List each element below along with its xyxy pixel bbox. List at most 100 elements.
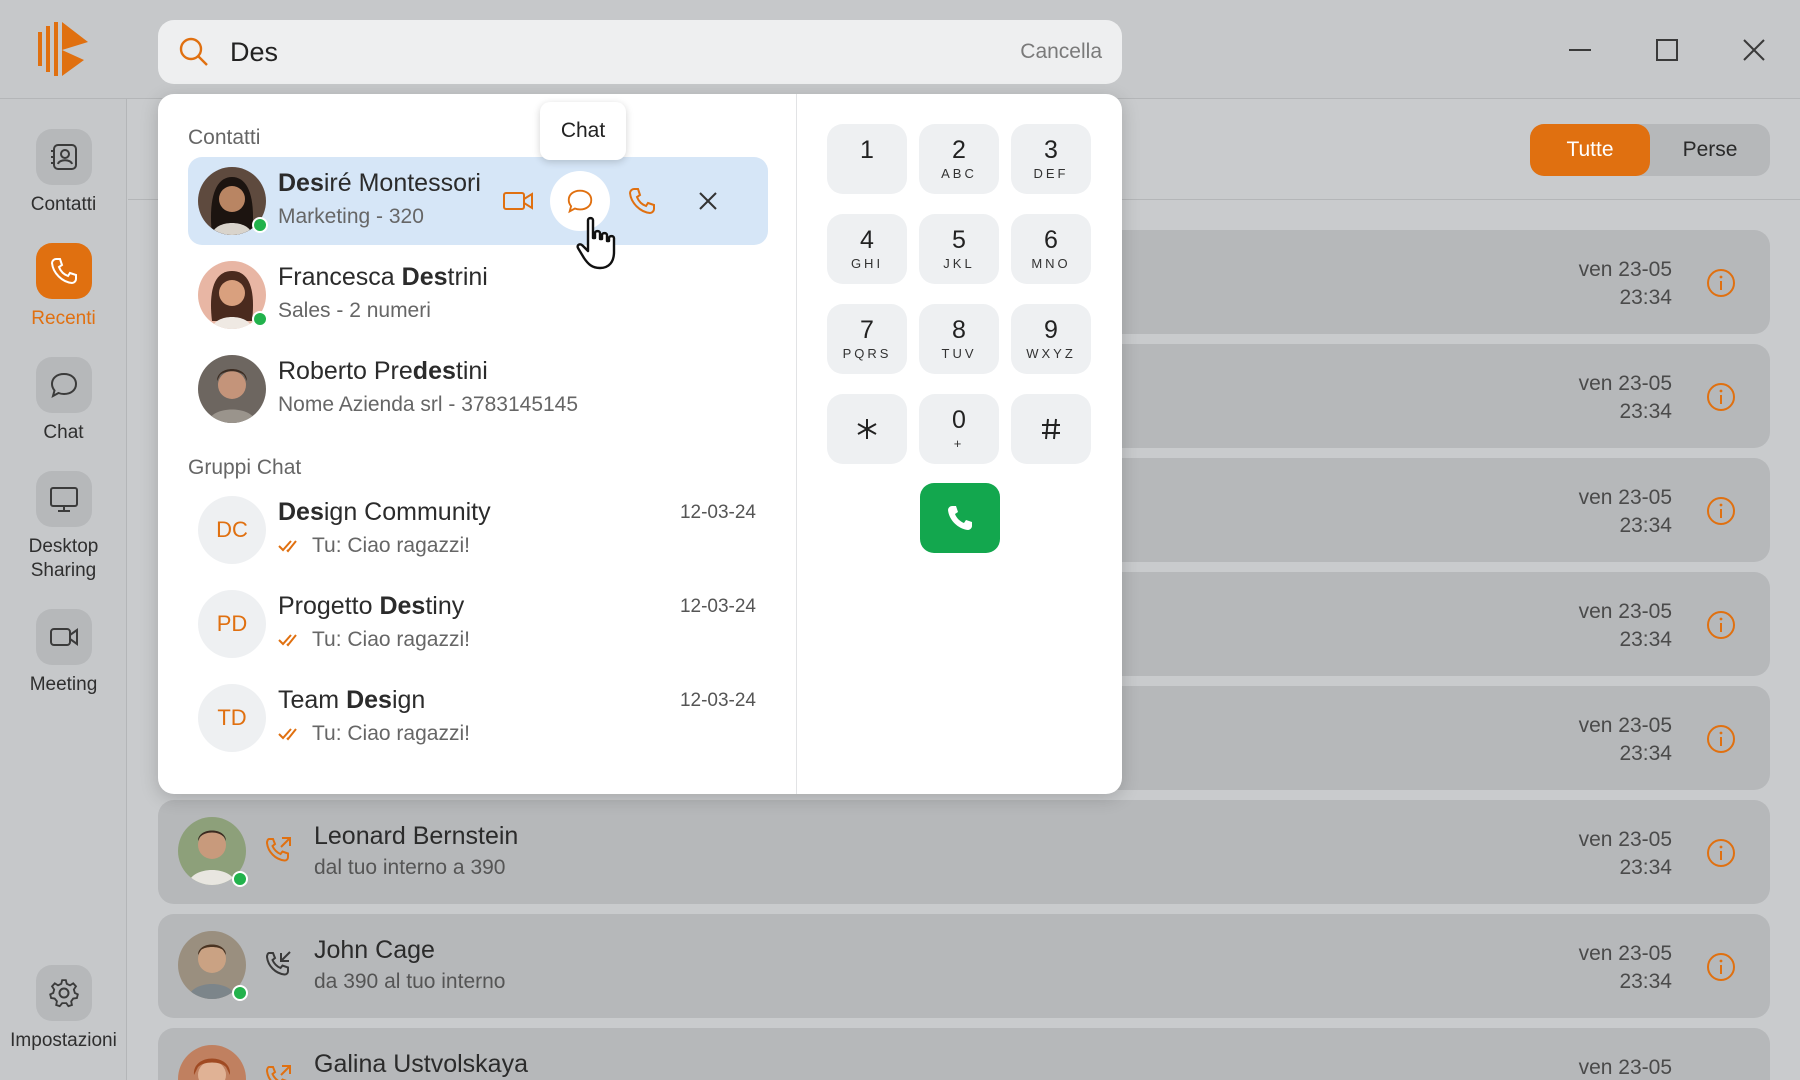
- search-bar: Cancella: [158, 20, 1122, 84]
- presence-online-indicator: [252, 217, 268, 233]
- group-avatar: TD: [198, 684, 266, 752]
- app-logo: [38, 22, 88, 76]
- search-cancel-button[interactable]: Cancella: [1020, 40, 1102, 64]
- dialpad-key-3[interactable]: 3 DEF: [1011, 124, 1091, 194]
- dialpad-key-4[interactable]: 4 GHI: [827, 214, 907, 284]
- contact-result-desire-montessori[interactable]: Desiré Montessori Marketing - 320: [188, 157, 768, 245]
- outgoing-call-icon: [265, 837, 291, 862]
- call-row-leonard-bernstein[interactable]: Leonard Bernstein dal tuo interno a 390 …: [158, 800, 1770, 904]
- gear-icon: [48, 979, 79, 1008]
- sidebar-item-impostazioni[interactable]: Impostazioni: [0, 965, 127, 1053]
- call-datetime: ven 23-05 23:34: [1578, 600, 1672, 651]
- dialpad-key-8[interactable]: 8 TUV: [919, 304, 999, 374]
- section-title-gruppi-chat: Gruppi Chat: [188, 456, 302, 479]
- group-name: Team Design: [278, 686, 426, 714]
- contact-name: Francesca Destrini: [278, 263, 488, 291]
- group-result-team-design[interactable]: TD Team Design Tu: Ciao ragazzi! 12-03-2…: [188, 674, 768, 762]
- call-description: da 390 al tuo interno: [314, 970, 506, 993]
- close-icon: [1743, 39, 1765, 61]
- chat-bubble-icon: [567, 189, 593, 214]
- video-call-button[interactable]: [488, 171, 548, 231]
- info-icon[interactable]: [1706, 724, 1736, 754]
- double-check-icon: [278, 540, 297, 553]
- dialpad-key-2[interactable]: 2 ABC: [919, 124, 999, 194]
- info-icon[interactable]: [1706, 382, 1736, 412]
- group-result-design-community[interactable]: DC Design Community Tu: Ciao ragazzi! 12…: [188, 486, 768, 574]
- call-description: dal tuo interno a 390: [314, 856, 506, 879]
- sidebar-item-label: Desktop Sharing: [28, 536, 99, 581]
- dismiss-contact-button[interactable]: [678, 171, 738, 231]
- search-input[interactable]: [230, 32, 930, 72]
- phone-icon: [628, 188, 655, 215]
- info-icon[interactable]: [1706, 610, 1736, 640]
- maximize-icon: [1656, 39, 1678, 61]
- minimize-button[interactable]: [1558, 28, 1602, 72]
- double-check-icon: [278, 634, 297, 647]
- group-result-progetto-destiny[interactable]: PD Progetto Destiny Tu: Ciao ragazzi! 12…: [188, 580, 768, 668]
- call-row-john-cage[interactable]: John Cage da 390 al tuo interno ven 23-0…: [158, 914, 1770, 1018]
- maximize-button[interactable]: [1645, 28, 1689, 72]
- call-datetime: ven 23-05 23:34: [1578, 714, 1672, 765]
- monitor-icon: [49, 487, 78, 512]
- avatar: [198, 355, 266, 423]
- contact-subtitle: Sales - 2 numeri: [278, 299, 431, 322]
- group-last-message: Tu: Ciao ragazzi!: [278, 534, 470, 558]
- voice-call-button[interactable]: [612, 171, 672, 231]
- title-bar: Cancella: [0, 0, 1800, 99]
- info-icon[interactable]: [1706, 838, 1736, 868]
- presence-online-indicator: [232, 985, 248, 1001]
- group-date: 12-03-24: [679, 690, 756, 711]
- info-icon[interactable]: [1706, 496, 1736, 526]
- call-row-galina-ustvolskaya[interactable]: Galina Ustvolskaya ven 23-05: [158, 1028, 1770, 1080]
- filter-toggle: Tutte Perse: [1530, 124, 1770, 176]
- hand-cursor-icon: [576, 216, 616, 270]
- sidebar-item-label: Impostazioni: [10, 1030, 117, 1051]
- search-icon: [179, 37, 208, 66]
- sidebar-item-contatti[interactable]: Contatti: [0, 129, 127, 217]
- sidebar-item-label: Contatti: [30, 194, 97, 215]
- dialpad-key-5[interactable]: 5 JKL: [919, 214, 999, 284]
- caller-name: John Cage: [314, 936, 435, 964]
- info-icon[interactable]: [1706, 268, 1736, 298]
- close-window-button[interactable]: [1732, 28, 1776, 72]
- contact-subtitle: Nome Azienda srl - 3783145145: [278, 393, 579, 416]
- double-check-icon: [278, 728, 297, 741]
- sidebar-item-label: Chat: [43, 422, 84, 443]
- filter-perse-button[interactable]: Perse: [1650, 124, 1770, 176]
- filter-tutte-button[interactable]: Tutte: [1530, 124, 1650, 176]
- dialpad-key-hash[interactable]: [1011, 394, 1091, 464]
- phone-icon: [50, 258, 77, 285]
- dialpad-key-0[interactable]: 0 +: [919, 394, 999, 464]
- group-date: 12-03-24: [679, 596, 756, 617]
- caller-name: Galina Ustvolskaya: [314, 1050, 528, 1078]
- video-camera-icon: [503, 192, 533, 210]
- dial-call-button[interactable]: [920, 483, 1000, 553]
- dialpad-key-6[interactable]: 6 MNO: [1011, 214, 1091, 284]
- presence-online-indicator: [232, 871, 248, 887]
- group-name: Progetto Destiny: [278, 592, 465, 620]
- contact-result-roberto-predestini[interactable]: Roberto Predestini Nome Azienda srl - 37…: [188, 345, 768, 433]
- dialpad-key-star[interactable]: [827, 394, 907, 464]
- sidebar-item-chat[interactable]: Chat: [0, 357, 127, 445]
- chat-tooltip: Chat: [540, 102, 626, 160]
- minimize-icon: [1569, 49, 1591, 51]
- dialpad-key-1[interactable]: 1: [827, 124, 907, 194]
- contact-result-francesca-destrini[interactable]: Francesca Destrini Sales - 2 numeri: [188, 251, 768, 339]
- sidebar-item-meeting[interactable]: Meeting: [0, 609, 127, 697]
- sidebar-item-desktop-sharing[interactable]: Desktop Sharing: [0, 471, 127, 583]
- group-name: Design Community: [278, 498, 491, 526]
- close-icon: [699, 192, 717, 210]
- sidebar-item-label: Meeting: [29, 674, 98, 695]
- contact-name: Desiré Montessori: [278, 169, 481, 197]
- outgoing-call-icon: [265, 1065, 291, 1080]
- dialpad-key-7[interactable]: 7 PQRS: [827, 304, 907, 374]
- group-avatar: PD: [198, 590, 266, 658]
- sidebar: Contatti Recenti Chat Desktop Sharing Me…: [0, 99, 127, 1080]
- info-icon[interactable]: [1706, 952, 1736, 982]
- group-last-message: Tu: Ciao ragazzi!: [278, 628, 470, 652]
- dialpad-key-9[interactable]: 9 WXYZ: [1011, 304, 1091, 374]
- panel-divider: [796, 94, 797, 794]
- call-datetime: ven 23-05 23:34: [1578, 828, 1672, 879]
- sidebar-item-recenti[interactable]: Recenti: [0, 243, 127, 331]
- caller-name: Leonard Bernstein: [314, 822, 519, 850]
